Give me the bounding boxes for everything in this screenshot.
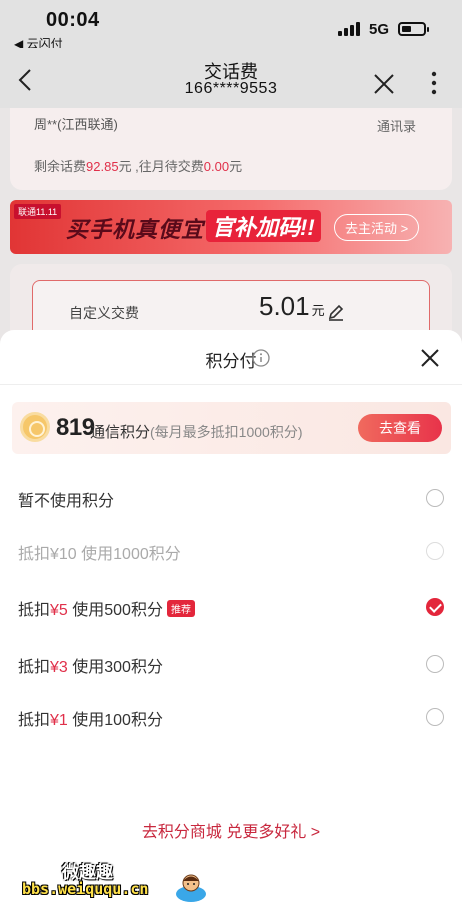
close-sheet-icon[interactable] [420, 348, 440, 368]
points-note: (每月最多抵扣1000积分) [150, 424, 303, 440]
watermark-url: bbs.weiququ.cn [22, 880, 149, 898]
recommend-badge: 推荐 [166, 600, 195, 617]
banner-tag: 联通11.11 [14, 204, 62, 219]
option-label: 抵扣¥10 使用1000积分 [18, 546, 181, 563]
battery-icon [398, 22, 429, 36]
option-no-points[interactable]: 暂不使用积分 [0, 473, 462, 523]
divider [0, 384, 462, 385]
banner-text: 买手机真便宜 [66, 217, 205, 242]
sheet-title: 积分付 [205, 352, 257, 371]
close-icon[interactable] [372, 72, 396, 96]
points-value: 819 [56, 414, 95, 441]
info-icon[interactable] [252, 349, 270, 367]
points-label: 通信积分(每月最多抵扣1000积分) [90, 424, 303, 441]
radio-unchecked[interactable] [426, 489, 444, 507]
contacts-link[interactable]: 通讯录 [377, 116, 416, 135]
status-time: 00:04 [46, 9, 100, 31]
points-mall-link[interactable]: 去积分商城 兑更多好礼 > [0, 818, 462, 842]
radio-disabled [426, 542, 444, 560]
watermark-mascot-icon [176, 874, 206, 902]
view-points-button[interactable]: 去查看 [358, 414, 442, 442]
account-card: 周**(江西联通) 通讯录 剩余话费92.85元 ,往月待交费0.00元 [10, 108, 452, 190]
banner-highlight: 官补加码!! [206, 210, 321, 242]
option-deduct-1[interactable]: 抵扣¥1 使用100积分 [0, 692, 462, 742]
signal-icon [338, 22, 360, 36]
points-pay-sheet: 积分付 819 通信积分(每月最多抵扣1000积分) 去查看 暂不使用积分 抵扣… [0, 330, 462, 920]
network-label: 5G [369, 21, 390, 38]
edit-icon[interactable] [327, 303, 345, 321]
radio-unchecked[interactable] [426, 655, 444, 673]
radio-checked[interactable] [426, 598, 444, 616]
nav-bar: 交话费 166****9553 [0, 48, 462, 108]
radio-unchecked[interactable] [426, 708, 444, 726]
custom-pay-label: 自定义交费 [69, 305, 139, 321]
account-name: 周**(江西联通) [34, 117, 118, 132]
balance-line: 剩余话费92.85元 ,往月待交费0.00元 [34, 159, 243, 174]
option-label: 暂不使用积分 [18, 493, 115, 510]
banner-cta-button[interactable]: 去主活动 > [334, 214, 420, 241]
option-deduct-3[interactable]: 抵扣¥3 使用300积分 [0, 639, 462, 689]
option-deduct-10: 抵扣¥10 使用1000积分 [0, 526, 462, 576]
points-coin-icon [20, 412, 50, 442]
custom-pay-amount: 5.01 元 [259, 291, 325, 321]
watermark: 微趣趣 bbs.weiququ.cn [22, 858, 222, 914]
option-label: 抵扣¥5 使用500积分 推荐 [18, 596, 195, 620]
option-label: 抵扣¥3 使用300积分 [18, 659, 163, 676]
status-bar: 00:04 ◀ 云闪付 5G [0, 0, 462, 51]
more-icon[interactable] [425, 70, 443, 96]
points-summary: 819 通信积分(每月最多抵扣1000积分) 去查看 [12, 402, 451, 454]
option-label: 抵扣¥1 使用100积分 [18, 712, 163, 729]
balance-value: 92.85 [86, 159, 119, 174]
option-deduct-5[interactable]: 抵扣¥5 使用500积分 推荐 [0, 582, 462, 632]
pending-value: 0.00 [203, 159, 230, 174]
promo-banner[interactable]: 联通11.11 买手机真便宜 官补加码!! 去主活动 > [10, 200, 452, 254]
